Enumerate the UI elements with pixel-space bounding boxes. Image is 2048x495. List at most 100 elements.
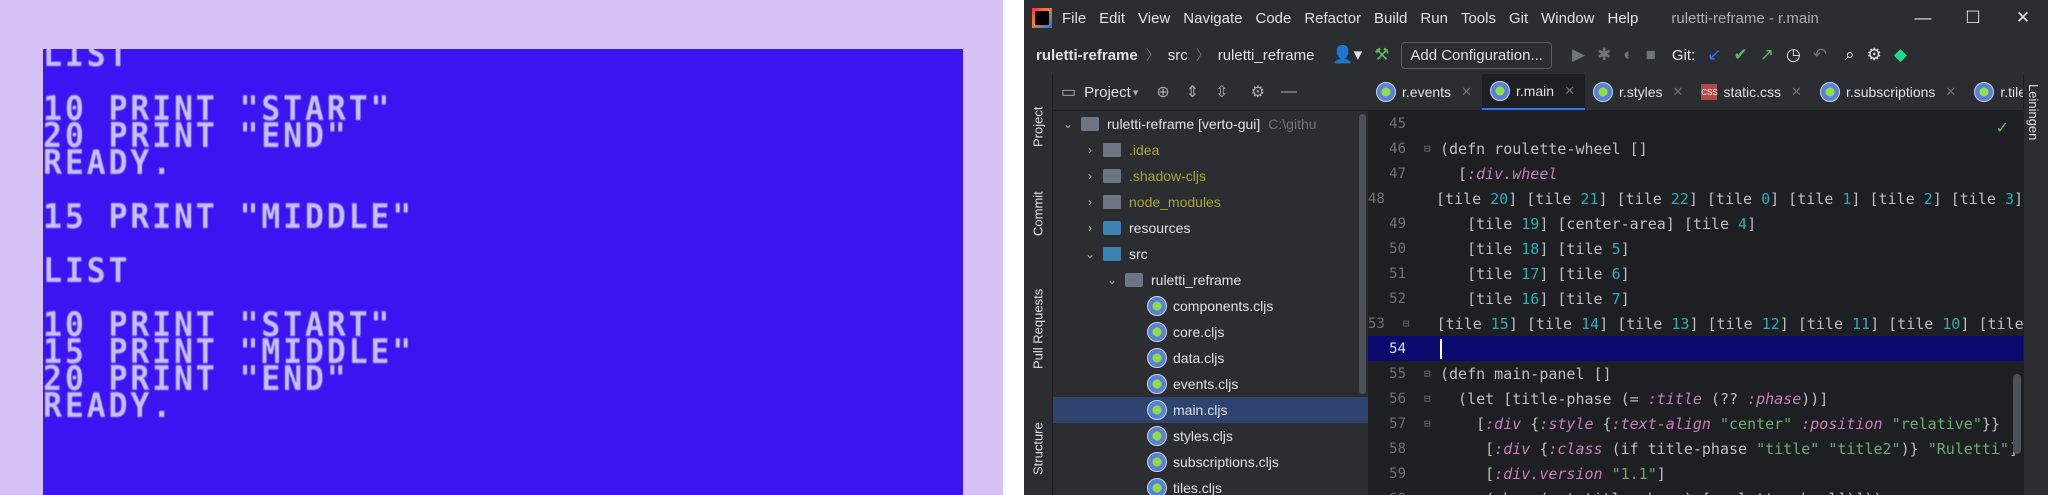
folder-icon <box>1103 195 1121 209</box>
settings-gear-icon[interactable]: ⚙ <box>1867 45 1882 65</box>
code-editor: r.events ✕ r.main ✕ r.styles ✕ CSS static.css ✕ r… <box>1368 74 2023 495</box>
chevron-down-icon[interactable]: ⌄ <box>1083 247 1097 261</box>
tool-tab-project[interactable]: Project <box>1025 82 1051 172</box>
chevron-right-icon[interactable]: › <box>1083 221 1097 235</box>
editor-tab[interactable]: r.subscriptions ✕ <box>1812 74 1966 110</box>
tool-tab-pull-requests[interactable]: Pull Requests <box>1025 264 1051 394</box>
git-push-icon[interactable]: ↗ <box>1760 45 1774 65</box>
close-tab-icon[interactable]: ✕ <box>1564 83 1575 99</box>
close-icon[interactable]: ✕ <box>1998 0 2048 36</box>
tree-item[interactable]: tiles.cljs <box>1053 475 1368 495</box>
cljs-file-icon <box>1489 81 1510 101</box>
chevron-right-icon[interactable]: › <box>1083 195 1097 209</box>
tree-item[interactable]: › .idea <box>1053 137 1368 163</box>
tool-tab-structure[interactable]: Structure <box>1025 404 1051 494</box>
menu-item-help[interactable]: Help <box>1608 10 1639 27</box>
tree-item[interactable]: main.cljs <box>1053 397 1368 423</box>
git-rollback-icon[interactable]: ↶ <box>1813 45 1827 65</box>
code-line: 56 ⊟ (let [title-phase (= :title (?? :pha… <box>1368 386 2023 411</box>
fold-marker-icon[interactable]: ⊟ <box>1424 392 1440 405</box>
inspection-ok-icon[interactable]: ✓ <box>1996 118 2009 138</box>
build-hammer-icon[interactable]: ⚒ <box>1374 45 1389 65</box>
collapse-all-icon[interactable]: ⇳ <box>1215 82 1228 102</box>
breadcrumb-src[interactable]: src <box>1168 47 1188 64</box>
breadcrumb-project[interactable]: ruletti-reframe <box>1036 47 1138 64</box>
close-tab-icon[interactable]: ✕ <box>1461 84 1472 100</box>
chevron-down-icon[interactable]: ⌄ <box>1105 273 1119 287</box>
editor-tab[interactable]: CSS static.css ✕ <box>1693 74 1811 110</box>
tree-item-label: .shadow-cljs <box>1129 168 1207 184</box>
tree-item[interactable]: styles.cljs <box>1053 423 1368 449</box>
maximize-icon[interactable]: ☐ <box>1948 0 1998 36</box>
add-configuration-button[interactable]: Add Configuration... <box>1401 41 1552 69</box>
chevron-down-icon[interactable]: ▾ <box>1133 86 1139 99</box>
tree-item[interactable]: › resources <box>1053 215 1368 241</box>
tool-tab-leiningen[interactable]: Leiningen <box>2026 84 2041 140</box>
run-icon[interactable]: ▶ <box>1572 45 1585 65</box>
tree-item[interactable]: core.cljs <box>1053 319 1368 345</box>
search-icon[interactable]: ⌕ <box>1845 45 1855 65</box>
menu-item-refactor[interactable]: Refactor <box>1304 10 1361 27</box>
tree-item[interactable]: › .shadow-cljs <box>1053 163 1368 189</box>
git-history-icon[interactable]: ◷ <box>1786 45 1801 65</box>
close-tab-icon[interactable]: ✕ <box>1673 84 1684 100</box>
menu-item-file[interactable]: File <box>1062 10 1086 27</box>
tree-root[interactable]: ⌄ ruletti-reframe [verto-gui] C:\githu <box>1053 111 1368 137</box>
line-number: 51 <box>1389 265 1406 282</box>
user-icon[interactable]: 👤▾ <box>1332 45 1362 65</box>
close-tab-icon[interactable]: ✕ <box>1791 84 1802 100</box>
expand-all-icon[interactable]: ⇕ <box>1186 82 1199 102</box>
menu-item-tools[interactable]: Tools <box>1461 10 1496 27</box>
menu-item-run[interactable]: Run <box>1420 10 1448 27</box>
fold-marker-icon[interactable]: ⊟ <box>1424 142 1440 155</box>
project-panel-title[interactable]: Project <box>1084 84 1131 101</box>
close-tab-icon[interactable]: ✕ <box>1945 84 1956 100</box>
chevron-right-icon[interactable]: › <box>1083 169 1097 183</box>
debug-icon[interactable]: ✱ <box>1597 45 1611 65</box>
editor-tab[interactable]: r.events ✕ <box>1368 74 1482 110</box>
code-line: 54 <box>1368 336 2023 361</box>
navigation-bar: ruletti-reframe 〉 src 〉 ruletti_reframe … <box>1024 36 2048 75</box>
c64-emulator-window: LIST 10 PRINT "START" 20 PRINT "END" READY.… <box>0 0 1003 495</box>
chevron-down-icon[interactable]: ⌄ <box>1061 117 1075 131</box>
menu-item-code[interactable]: Code <box>1255 10 1291 27</box>
tree-item[interactable]: components.cljs <box>1053 293 1368 319</box>
project-scrollbar[interactable] <box>1359 114 1366 394</box>
code-text: (defn roulette-wheel [] <box>1440 139 1648 158</box>
git-commit-icon[interactable]: ✔ <box>1733 45 1747 65</box>
menu-item-navigate[interactable]: Navigate <box>1183 10 1242 27</box>
stop-icon[interactable]: ■ <box>1646 45 1656 65</box>
code-area[interactable]: 45 46 ⊟ (defn roulette-wheel [] 47 [:div.whe… <box>1368 111 2023 495</box>
minimize-icon[interactable]: — <box>1898 0 1948 36</box>
git-update-icon[interactable]: ↙ <box>1707 45 1721 65</box>
menu-item-edit[interactable]: Edit <box>1099 10 1125 27</box>
editor-tab[interactable]: r.main ✕ <box>1481 74 1585 110</box>
tree-item[interactable]: events.cljs <box>1053 371 1368 397</box>
tree-item[interactable]: ⌄ ruletti_reframe <box>1053 267 1368 293</box>
breadcrumb-package[interactable]: ruletti_reframe <box>1218 47 1315 64</box>
fold-marker-icon[interactable]: ⊟ <box>1424 417 1440 430</box>
menu-item-view[interactable]: View <box>1138 10 1170 27</box>
coverage-icon[interactable]: ◐ <box>1623 45 1633 65</box>
fold-marker-icon[interactable]: ⊟ <box>1403 317 1410 330</box>
editor-scrollbar[interactable] <box>2013 374 2021 454</box>
editor-tab[interactable]: r.styles ✕ <box>1585 74 1693 110</box>
jetbrains-toolbox-icon[interactable]: ◆ <box>1894 45 1907 65</box>
c64-line: 15 PRINT "MIDDLE" <box>43 197 415 237</box>
gear-icon[interactable]: ⚙ <box>1251 82 1265 102</box>
locate-icon[interactable]: ⊕ <box>1156 82 1169 102</box>
editor-tab[interactable]: r.tile <box>1966 74 2023 110</box>
tree-item[interactable]: subscriptions.cljs <box>1053 449 1368 475</box>
tree-item[interactable]: ⌄ src <box>1053 241 1368 267</box>
tree-item[interactable]: data.cljs <box>1053 345 1368 371</box>
fold-marker-icon[interactable]: ⊟ <box>1424 367 1440 380</box>
chevron-right-icon[interactable]: › <box>1083 143 1097 157</box>
menu-item-git[interactable]: Git <box>1509 10 1528 27</box>
tool-tab-commit[interactable]: Commit <box>1025 174 1051 254</box>
tree-item-label: tiles.cljs <box>1173 480 1223 495</box>
menu-item-window[interactable]: Window <box>1541 10 1594 27</box>
menu-item-build[interactable]: Build <box>1374 10 1407 27</box>
hide-panel-icon[interactable]: — <box>1281 83 1297 101</box>
cljs-file-icon <box>1147 400 1167 420</box>
tree-item[interactable]: › node_modules <box>1053 189 1368 215</box>
